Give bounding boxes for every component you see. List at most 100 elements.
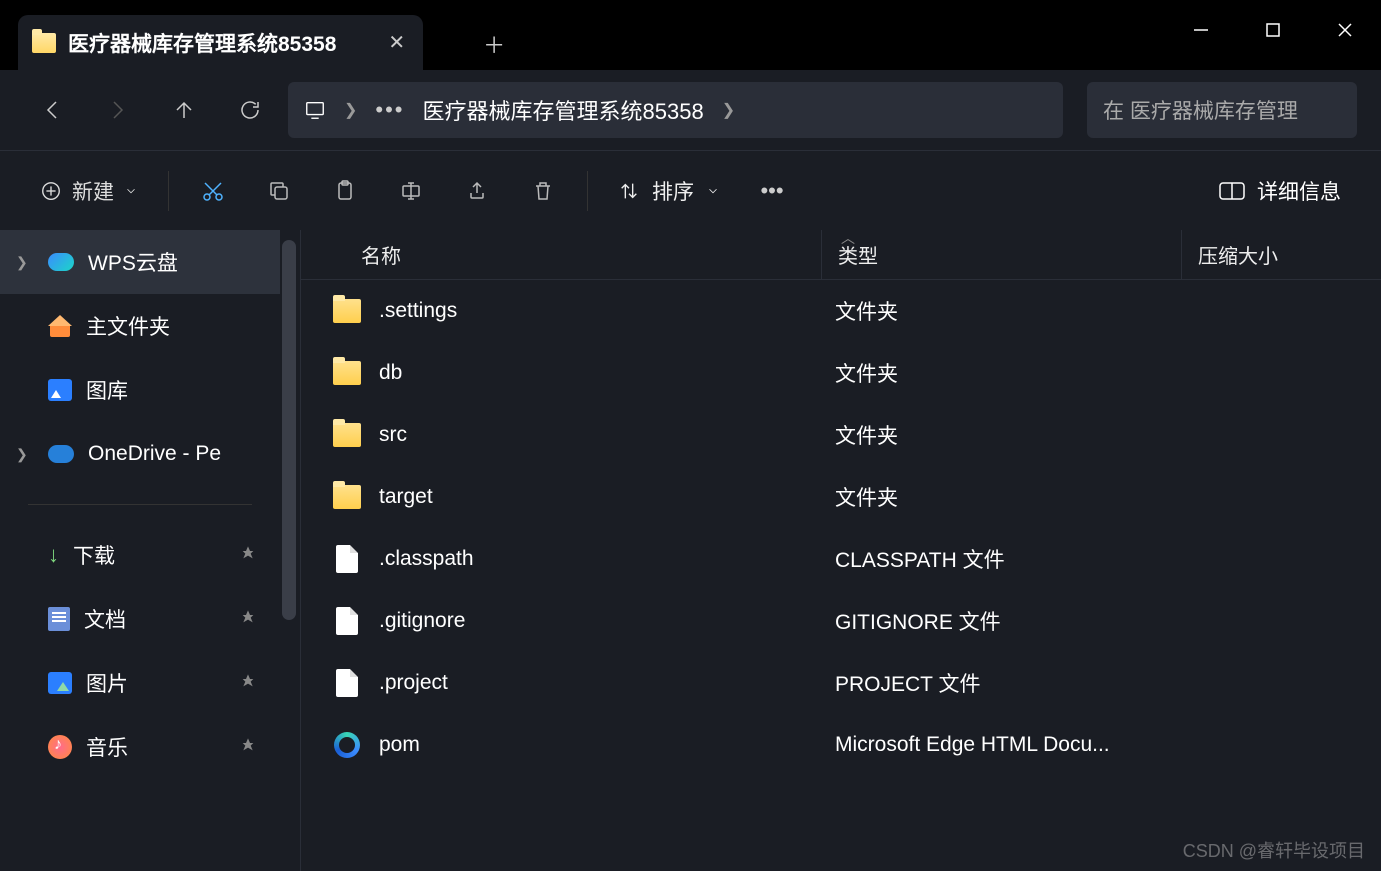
- monitor-icon: [304, 99, 326, 121]
- main-area: ❯ WPS云盘主文件夹图库 ❯ OneDrive - Pe ↓ 下载文档图片音乐 ︿ 名称…: [0, 230, 1381, 871]
- sidebar-quick-item[interactable]: 图片: [0, 651, 280, 715]
- title-bar: 医疗器械库存管理系统85358 ✕ ＋: [0, 0, 1381, 70]
- sort-button[interactable]: 排序: [602, 165, 736, 217]
- sidebar-item-label: 下载: [73, 540, 115, 570]
- column-type-header[interactable]: 类型: [821, 230, 1181, 279]
- file-row[interactable]: pomMicrosoft Edge HTML Docu...: [301, 714, 1381, 776]
- file-row[interactable]: target文件夹: [301, 466, 1381, 528]
- details-icon: [1219, 180, 1245, 202]
- chevron-right-icon: ❯: [344, 100, 357, 120]
- pic-icon: [48, 672, 72, 694]
- chevron-right-icon: ❯: [16, 446, 28, 463]
- file-type: 文件夹: [819, 296, 1179, 326]
- navigation-bar: ❯ ••• 医疗器械库存管理系统85358 ❯ 在 医疗器械库存管理: [0, 70, 1381, 150]
- column-name-header[interactable]: 名称: [301, 240, 821, 269]
- onedrive-icon: [48, 445, 74, 463]
- file-type: PROJECT 文件: [819, 668, 1179, 698]
- window-controls: [1165, 0, 1381, 60]
- maximize-button[interactable]: [1237, 6, 1309, 54]
- minimize-button[interactable]: [1165, 6, 1237, 54]
- delete-button[interactable]: [513, 164, 573, 218]
- sidebar-item-label: WPS云盘: [88, 247, 178, 277]
- file-name: target: [379, 485, 819, 509]
- chevron-right-icon[interactable]: ❯: [722, 100, 735, 120]
- share-button[interactable]: [447, 164, 507, 218]
- cloud-icon: [48, 253, 74, 271]
- file-row[interactable]: .settings文件夹: [301, 280, 1381, 342]
- chevron-down-icon: [124, 184, 138, 198]
- download-icon: ↓: [48, 542, 59, 568]
- sidebar-quick-item[interactable]: ↓ 下载: [0, 523, 280, 587]
- pin-icon: [240, 735, 256, 759]
- divider: [28, 504, 252, 505]
- file-list-panel: ︿ 名称 类型 压缩大小 .settings文件夹db文件夹src文件夹targ…: [300, 230, 1381, 871]
- sidebar-item[interactable]: ❯ OneDrive - Pe: [0, 422, 280, 486]
- close-tab-button[interactable]: ✕: [388, 30, 405, 55]
- breadcrumb-current[interactable]: 医疗器械库存管理系统85358: [423, 94, 704, 126]
- music-icon: [48, 735, 72, 759]
- pin-icon: [240, 671, 256, 695]
- file-type: CLASSPATH 文件: [819, 544, 1179, 574]
- file-name: .settings: [379, 299, 819, 323]
- file-row[interactable]: .classpathCLASSPATH 文件: [301, 528, 1381, 590]
- sidebar-quick-item[interactable]: 音乐: [0, 715, 280, 779]
- sidebar-item-label: 图库: [86, 375, 128, 405]
- search-input[interactable]: 在 医疗器械库存管理: [1087, 82, 1357, 138]
- sidebar-item-label: 主文件夹: [86, 311, 170, 341]
- details-view-button[interactable]: 详细信息: [1203, 176, 1357, 206]
- column-size-header[interactable]: 压缩大小: [1181, 230, 1381, 279]
- new-tab-button[interactable]: ＋: [483, 28, 505, 60]
- folder-icon: [333, 299, 361, 323]
- file-name: .project: [379, 671, 819, 695]
- file-name: db: [379, 361, 819, 385]
- refresh-button[interactable]: [222, 82, 278, 138]
- address-bar[interactable]: ❯ ••• 医疗器械库存管理系统85358 ❯: [288, 82, 1063, 138]
- forward-button[interactable]: [90, 82, 146, 138]
- pin-icon: [240, 543, 256, 567]
- sidebar-quick-item[interactable]: 文档: [0, 587, 280, 651]
- file-name: src: [379, 423, 819, 447]
- sidebar-item[interactable]: 主文件夹: [0, 294, 280, 358]
- sidebar-item[interactable]: ❯ WPS云盘: [0, 230, 280, 294]
- scrollbar[interactable]: [282, 240, 296, 620]
- file-icon: [336, 545, 358, 573]
- file-row[interactable]: db文件夹: [301, 342, 1381, 404]
- file-name: .gitignore: [379, 609, 819, 633]
- chevron-right-icon: ❯: [16, 254, 28, 271]
- sort-icon: [618, 180, 640, 202]
- up-button[interactable]: [156, 82, 212, 138]
- collapse-indicator-icon[interactable]: ︿: [841, 228, 855, 248]
- separator: [587, 171, 588, 211]
- window-tab[interactable]: 医疗器械库存管理系统85358 ✕: [18, 15, 423, 70]
- rename-button[interactable]: [381, 164, 441, 218]
- sidebar-item-label: 文档: [84, 604, 126, 634]
- close-window-button[interactable]: [1309, 6, 1381, 54]
- file-row[interactable]: .projectPROJECT 文件: [301, 652, 1381, 714]
- back-button[interactable]: [24, 82, 80, 138]
- tab-title: 医疗器械库存管理系统85358: [68, 28, 336, 58]
- folder-icon: [333, 423, 361, 447]
- paste-button[interactable]: [315, 164, 375, 218]
- edge-icon: [334, 732, 360, 758]
- sidebar-item-label: OneDrive - Pe: [88, 442, 221, 466]
- pin-icon: [240, 607, 256, 631]
- sidebar-item-label: 音乐: [86, 732, 128, 762]
- sidebar-item[interactable]: 图库: [0, 358, 280, 422]
- file-type: GITIGNORE 文件: [819, 606, 1179, 636]
- file-icon: [336, 669, 358, 697]
- more-button[interactable]: •••: [742, 164, 802, 218]
- file-type: Microsoft Edge HTML Docu...: [819, 733, 1179, 757]
- chevron-down-icon: [706, 184, 720, 198]
- plus-circle-icon: [40, 180, 62, 202]
- folder-icon: [333, 361, 361, 385]
- file-type: 文件夹: [819, 420, 1179, 450]
- copy-button[interactable]: [249, 164, 309, 218]
- doc-icon: [48, 607, 70, 631]
- file-row[interactable]: .gitignoreGITIGNORE 文件: [301, 590, 1381, 652]
- cut-button[interactable]: [183, 164, 243, 218]
- breadcrumb-ellipsis[interactable]: •••: [375, 97, 404, 123]
- new-button[interactable]: 新建: [24, 165, 154, 217]
- file-row[interactable]: src文件夹: [301, 404, 1381, 466]
- sidebar-item-label: 图片: [86, 668, 128, 698]
- file-icon: [336, 607, 358, 635]
